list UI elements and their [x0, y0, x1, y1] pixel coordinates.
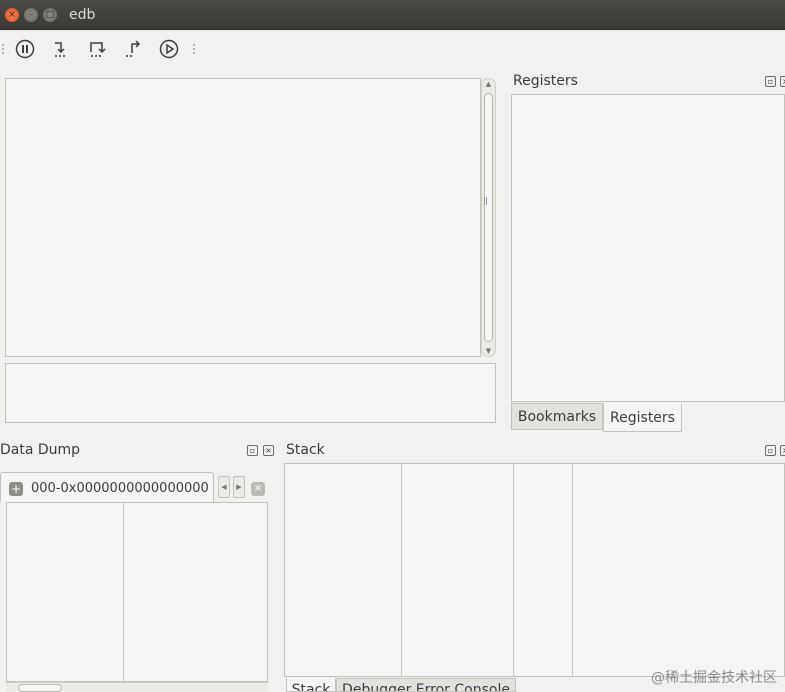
- column-divider: [401, 464, 402, 676]
- registers-dock-title: Registers: [513, 73, 578, 89]
- scrollbar-grip-icon: [484, 197, 487, 205]
- add-tab-button[interactable]: +: [9, 482, 23, 496]
- step-out-button[interactable]: [122, 38, 144, 60]
- disassembly-scrollbar[interactable]: ▲ ▼: [481, 78, 496, 357]
- tab-stack[interactable]: Stack: [286, 678, 336, 692]
- maximize-window-button[interactable]: □: [43, 8, 57, 22]
- registers-float-button[interactable]: ▫: [765, 76, 776, 87]
- data-dump-float-button[interactable]: ▫: [247, 445, 258, 456]
- tab-registers[interactable]: Registers: [603, 403, 682, 432]
- toolbar-grip[interactable]: [2, 44, 6, 54]
- pause-icon: [15, 39, 35, 59]
- step-over-button[interactable]: [86, 38, 108, 60]
- disassembly-view[interactable]: [5, 78, 481, 357]
- step-over-icon: [90, 42, 106, 57]
- data-dump-dock-title: Data Dump: [0, 442, 81, 458]
- window-title: edb: [69, 7, 96, 23]
- tab-bookmarks[interactable]: Bookmarks: [511, 403, 603, 430]
- data-dump-view[interactable]: [6, 502, 268, 682]
- hscrollbar-thumb[interactable]: [18, 684, 62, 692]
- tab-debugger-error-console[interactable]: Debugger Error Console: [336, 678, 516, 692]
- data-dump-hscrollbar[interactable]: [6, 682, 268, 692]
- column-divider: [123, 503, 124, 681]
- close-tab-button[interactable]: ×: [251, 482, 265, 496]
- tab-scroll-left-button[interactable]: ◀: [218, 476, 230, 498]
- toolbar-grip-end[interactable]: [193, 44, 197, 54]
- run-button[interactable]: [158, 38, 180, 60]
- stack-view[interactable]: [284, 463, 785, 677]
- scroll-down-icon[interactable]: ▼: [482, 347, 495, 355]
- step-into-button[interactable]: [50, 38, 72, 60]
- minimize-window-button[interactable]: –: [24, 8, 38, 22]
- column-divider: [572, 464, 573, 676]
- close-window-button[interactable]: ×: [5, 8, 19, 22]
- column-divider: [513, 464, 514, 676]
- watermark: @稀土掘金技术社区: [651, 670, 777, 686]
- title-bar: × – □ edb: [0, 0, 785, 30]
- step-out-icon: [126, 40, 141, 57]
- pause-button[interactable]: [14, 38, 36, 60]
- step-into-icon: [55, 42, 67, 57]
- registers-close-button[interactable]: ×: [780, 76, 785, 87]
- scrollbar-thumb[interactable]: [484, 93, 493, 342]
- tab-scroll-right-button[interactable]: ▶: [233, 476, 245, 498]
- toolbar: [0, 30, 785, 68]
- run-icon: [159, 39, 179, 59]
- stack-dock-title: Stack: [286, 442, 325, 458]
- data-dump-close-button[interactable]: ×: [263, 445, 274, 456]
- stack-float-button[interactable]: ▫: [765, 445, 776, 456]
- data-dump-tab-label: 000-0x0000000000000000: [31, 481, 209, 496]
- status-box[interactable]: [5, 363, 496, 423]
- stack-close-button[interactable]: ×: [780, 445, 785, 456]
- scroll-up-icon[interactable]: ▲: [482, 80, 495, 88]
- data-dump-tab[interactable]: 000-0x0000000000000000: [0, 472, 214, 502]
- registers-view[interactable]: [511, 94, 785, 402]
